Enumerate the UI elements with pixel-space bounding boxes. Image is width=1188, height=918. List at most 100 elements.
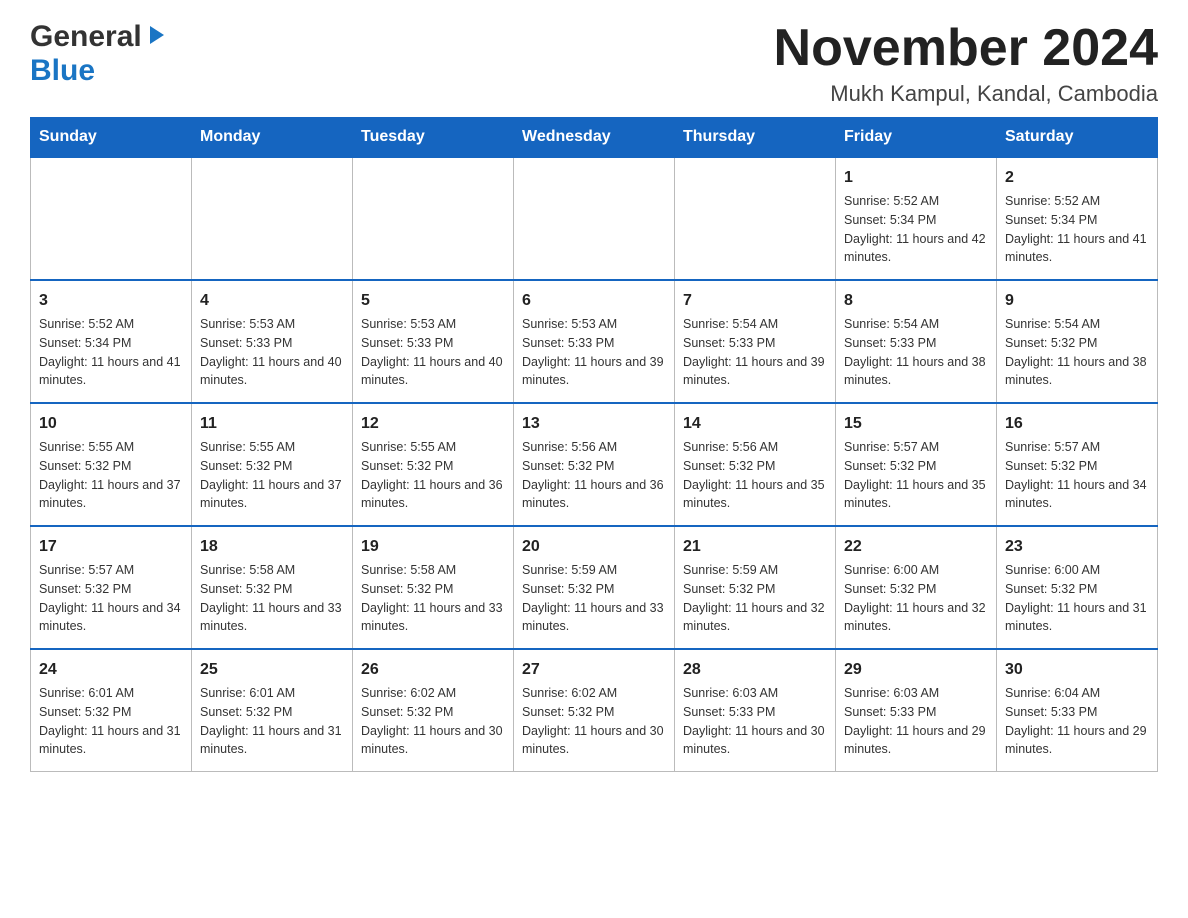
day-number: 5: [361, 289, 505, 313]
day-number: 27: [522, 658, 666, 682]
day-number: 30: [1005, 658, 1149, 682]
calendar-cell: [514, 157, 675, 280]
calendar-cell: 4Sunrise: 5:53 AMSunset: 5:33 PMDaylight…: [192, 280, 353, 403]
calendar-cell: 19Sunrise: 5:58 AMSunset: 5:32 PMDayligh…: [353, 526, 514, 649]
day-info: Sunrise: 5:53 AMSunset: 5:33 PMDaylight:…: [200, 315, 344, 390]
day-info: Sunrise: 5:52 AMSunset: 5:34 PMDaylight:…: [39, 315, 183, 390]
day-number: 12: [361, 412, 505, 436]
day-number: 17: [39, 535, 183, 559]
calendar-cell: [31, 157, 192, 280]
day-number: 28: [683, 658, 827, 682]
calendar-cell: 24Sunrise: 6:01 AMSunset: 5:32 PMDayligh…: [31, 649, 192, 772]
day-number: 3: [39, 289, 183, 313]
day-info: Sunrise: 6:02 AMSunset: 5:32 PMDaylight:…: [522, 684, 666, 759]
day-number: 26: [361, 658, 505, 682]
day-number: 13: [522, 412, 666, 436]
calendar-cell: [353, 157, 514, 280]
day-number: 11: [200, 412, 344, 436]
days-header-row: SundayMondayTuesdayWednesdayThursdayFrid…: [31, 118, 1158, 158]
day-number: 14: [683, 412, 827, 436]
logo-blue-text: Blue: [30, 54, 95, 87]
day-header-sunday: Sunday: [31, 118, 192, 158]
calendar-cell: 2Sunrise: 5:52 AMSunset: 5:34 PMDaylight…: [997, 157, 1158, 280]
logo-arrow-icon: [144, 24, 166, 51]
day-header-friday: Friday: [836, 118, 997, 158]
header: General Blue November 2024 Mukh Kampul, …: [30, 20, 1158, 107]
logo: General Blue: [30, 20, 166, 88]
title-area: November 2024 Mukh Kampul, Kandal, Cambo…: [774, 20, 1158, 107]
calendar-cell: [675, 157, 836, 280]
day-number: 8: [844, 289, 988, 313]
calendar-cell: 21Sunrise: 5:59 AMSunset: 5:32 PMDayligh…: [675, 526, 836, 649]
week-row-1: 3Sunrise: 5:52 AMSunset: 5:34 PMDaylight…: [31, 280, 1158, 403]
day-info: Sunrise: 6:03 AMSunset: 5:33 PMDaylight:…: [844, 684, 988, 759]
day-info: Sunrise: 6:01 AMSunset: 5:32 PMDaylight:…: [200, 684, 344, 759]
day-number: 29: [844, 658, 988, 682]
day-number: 20: [522, 535, 666, 559]
day-number: 21: [683, 535, 827, 559]
calendar-cell: 17Sunrise: 5:57 AMSunset: 5:32 PMDayligh…: [31, 526, 192, 649]
day-info: Sunrise: 5:58 AMSunset: 5:32 PMDaylight:…: [361, 561, 505, 636]
calendar-cell: 27Sunrise: 6:02 AMSunset: 5:32 PMDayligh…: [514, 649, 675, 772]
calendar-cell: 5Sunrise: 5:53 AMSunset: 5:33 PMDaylight…: [353, 280, 514, 403]
day-number: 24: [39, 658, 183, 682]
calendar-cell: 3Sunrise: 5:52 AMSunset: 5:34 PMDaylight…: [31, 280, 192, 403]
calendar-cell: 30Sunrise: 6:04 AMSunset: 5:33 PMDayligh…: [997, 649, 1158, 772]
calendar-cell: 23Sunrise: 6:00 AMSunset: 5:32 PMDayligh…: [997, 526, 1158, 649]
day-info: Sunrise: 6:02 AMSunset: 5:32 PMDaylight:…: [361, 684, 505, 759]
calendar-cell: 11Sunrise: 5:55 AMSunset: 5:32 PMDayligh…: [192, 403, 353, 526]
calendar-body: 1Sunrise: 5:52 AMSunset: 5:34 PMDaylight…: [31, 157, 1158, 772]
week-row-0: 1Sunrise: 5:52 AMSunset: 5:34 PMDaylight…: [31, 157, 1158, 280]
day-info: Sunrise: 5:58 AMSunset: 5:32 PMDaylight:…: [200, 561, 344, 636]
day-info: Sunrise: 5:54 AMSunset: 5:32 PMDaylight:…: [1005, 315, 1149, 390]
calendar-cell: 22Sunrise: 6:00 AMSunset: 5:32 PMDayligh…: [836, 526, 997, 649]
calendar-cell: 13Sunrise: 5:56 AMSunset: 5:32 PMDayligh…: [514, 403, 675, 526]
day-number: 15: [844, 412, 988, 436]
day-number: 1: [844, 166, 988, 190]
day-info: Sunrise: 5:54 AMSunset: 5:33 PMDaylight:…: [683, 315, 827, 390]
day-info: Sunrise: 6:01 AMSunset: 5:32 PMDaylight:…: [39, 684, 183, 759]
day-info: Sunrise: 5:57 AMSunset: 5:32 PMDaylight:…: [1005, 438, 1149, 513]
calendar-header: SundayMondayTuesdayWednesdayThursdayFrid…: [31, 118, 1158, 158]
day-number: 4: [200, 289, 344, 313]
location-title: Mukh Kampul, Kandal, Cambodia: [774, 81, 1158, 107]
day-header-saturday: Saturday: [997, 118, 1158, 158]
day-info: Sunrise: 5:55 AMSunset: 5:32 PMDaylight:…: [39, 438, 183, 513]
day-number: 19: [361, 535, 505, 559]
week-row-2: 10Sunrise: 5:55 AMSunset: 5:32 PMDayligh…: [31, 403, 1158, 526]
day-info: Sunrise: 5:59 AMSunset: 5:32 PMDaylight:…: [522, 561, 666, 636]
day-number: 18: [200, 535, 344, 559]
day-number: 16: [1005, 412, 1149, 436]
day-header-thursday: Thursday: [675, 118, 836, 158]
calendar-cell: 20Sunrise: 5:59 AMSunset: 5:32 PMDayligh…: [514, 526, 675, 649]
calendar-cell: 9Sunrise: 5:54 AMSunset: 5:32 PMDaylight…: [997, 280, 1158, 403]
day-info: Sunrise: 6:03 AMSunset: 5:33 PMDaylight:…: [683, 684, 827, 759]
logo-general-text: General: [30, 20, 142, 54]
day-info: Sunrise: 5:59 AMSunset: 5:32 PMDaylight:…: [683, 561, 827, 636]
month-title: November 2024: [774, 20, 1158, 77]
calendar-cell: 28Sunrise: 6:03 AMSunset: 5:33 PMDayligh…: [675, 649, 836, 772]
day-number: 2: [1005, 166, 1149, 190]
calendar-cell: 8Sunrise: 5:54 AMSunset: 5:33 PMDaylight…: [836, 280, 997, 403]
day-info: Sunrise: 5:55 AMSunset: 5:32 PMDaylight:…: [200, 438, 344, 513]
day-header-monday: Monday: [192, 118, 353, 158]
day-info: Sunrise: 5:57 AMSunset: 5:32 PMDaylight:…: [39, 561, 183, 636]
calendar-cell: 16Sunrise: 5:57 AMSunset: 5:32 PMDayligh…: [997, 403, 1158, 526]
day-info: Sunrise: 5:52 AMSunset: 5:34 PMDaylight:…: [844, 192, 988, 267]
day-info: Sunrise: 6:00 AMSunset: 5:32 PMDaylight:…: [844, 561, 988, 636]
calendar-cell: 12Sunrise: 5:55 AMSunset: 5:32 PMDayligh…: [353, 403, 514, 526]
day-info: Sunrise: 5:53 AMSunset: 5:33 PMDaylight:…: [522, 315, 666, 390]
day-number: 9: [1005, 289, 1149, 313]
day-info: Sunrise: 5:53 AMSunset: 5:33 PMDaylight:…: [361, 315, 505, 390]
day-header-tuesday: Tuesday: [353, 118, 514, 158]
day-info: Sunrise: 6:04 AMSunset: 5:33 PMDaylight:…: [1005, 684, 1149, 759]
calendar-cell: 14Sunrise: 5:56 AMSunset: 5:32 PMDayligh…: [675, 403, 836, 526]
calendar-cell: 25Sunrise: 6:01 AMSunset: 5:32 PMDayligh…: [192, 649, 353, 772]
day-number: 7: [683, 289, 827, 313]
day-info: Sunrise: 5:52 AMSunset: 5:34 PMDaylight:…: [1005, 192, 1149, 267]
week-row-3: 17Sunrise: 5:57 AMSunset: 5:32 PMDayligh…: [31, 526, 1158, 649]
day-info: Sunrise: 5:55 AMSunset: 5:32 PMDaylight:…: [361, 438, 505, 513]
day-number: 25: [200, 658, 344, 682]
calendar-table: SundayMondayTuesdayWednesdayThursdayFrid…: [30, 117, 1158, 772]
day-number: 10: [39, 412, 183, 436]
